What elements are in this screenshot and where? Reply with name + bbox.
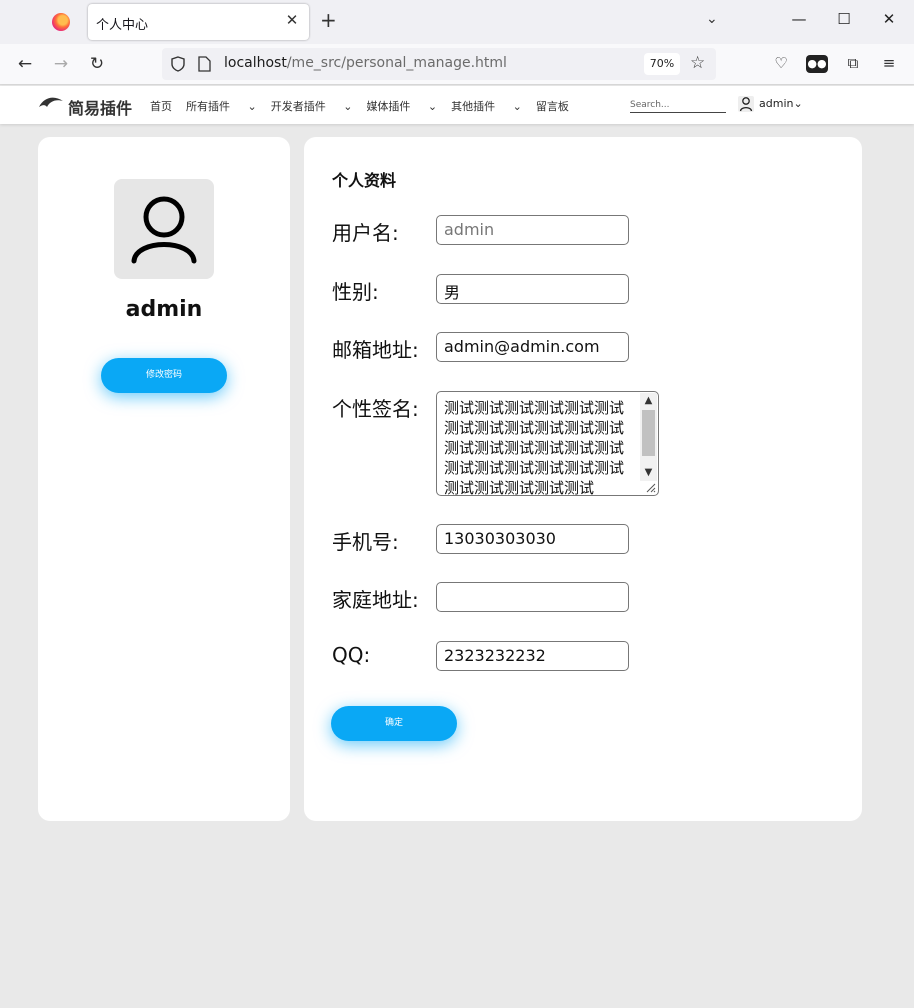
back-icon[interactable]: ← <box>14 53 36 75</box>
maximize-icon[interactable]: ☐ <box>834 10 854 28</box>
url-bar[interactable]: localhost/me_src/personal_manage.html 70… <box>162 48 716 80</box>
change-password-button[interactable]: 修改密码 <box>101 358 227 393</box>
phone-field[interactable]: 13030303030 <box>436 524 629 554</box>
signature-text: 测试测试测试测试测试测试测试测试测试测试测试测试测试测试测试测试测试测试测试测试… <box>444 399 625 496</box>
signature-label: 个性签名: <box>332 397 419 421</box>
tab-title: 个人中心 <box>96 18 149 33</box>
scroll-up-icon[interactable]: ▲ <box>640 393 657 409</box>
nav-item-media-plugins[interactable]: 媒体插件 ⌄ <box>366 98 437 114</box>
phone-label: 手机号: <box>332 530 399 554</box>
nav-item-home[interactable]: 首页 <box>150 98 172 114</box>
gender-label: 性别: <box>332 280 379 304</box>
pocket-icon[interactable]: ♡ <box>770 54 792 72</box>
gender-field[interactable]: 男 <box>436 274 629 304</box>
page-icon[interactable] <box>198 56 211 72</box>
firefox-icon[interactable] <box>52 13 70 31</box>
minimize-icon[interactable]: — <box>789 10 809 28</box>
qq-label: QQ: <box>332 643 371 667</box>
form-title: 个人资料 <box>332 171 397 190</box>
nav-item-all-plugins[interactable]: 所有插件 ⌄ <box>186 98 257 114</box>
site-nav: 首页 所有插件 ⌄ 开发者插件 ⌄ 媒体插件 ⌄ 其他插件 ⌄ 留言板 <box>150 98 583 114</box>
zoom-level[interactable]: 70% <box>644 53 680 75</box>
address-label: 家庭地址: <box>332 588 419 612</box>
profile-username: admin <box>125 297 203 322</box>
site-header: 简易插件 首页 所有插件 ⌄ 开发者插件 ⌄ 媒体插件 ⌄ 其他插件 ⌄ 留言板… <box>0 86 914 124</box>
close-icon[interactable]: ✕ <box>283 11 301 29</box>
user-icon[interactable] <box>738 96 754 112</box>
chevron-down-icon[interactable]: ⌄ <box>706 11 718 27</box>
submit-button[interactable]: 确定 <box>331 706 457 741</box>
window-close-icon[interactable]: ✕ <box>879 10 899 28</box>
browser-tab[interactable]: 个人中心 ✕ <box>88 4 309 40</box>
person-icon <box>131 196 197 264</box>
new-tab-icon[interactable]: + <box>320 10 337 30</box>
profile-form-card: 个人资料 用户名: admin 性别: 男 邮箱地址: admin@admin.… <box>304 137 862 821</box>
username-label: 用户名: <box>332 221 399 245</box>
user-menu[interactable]: admin⌄ <box>759 97 803 110</box>
profile-card: admin 修改密码 <box>38 137 290 821</box>
url-text[interactable]: localhost/me_src/personal_manage.html <box>224 55 507 71</box>
bookmark-star-icon[interactable]: ☆ <box>690 53 705 73</box>
resize-handle-icon[interactable] <box>646 483 656 493</box>
email-field[interactable]: admin@admin.com <box>436 332 629 362</box>
nav-item-other-plugins[interactable]: 其他插件 ⌄ <box>451 98 522 114</box>
avatar <box>114 179 214 279</box>
textarea-scrollbar[interactable]: ▲ ▼ <box>640 393 657 481</box>
menu-icon[interactable]: ≡ <box>878 54 900 72</box>
nav-item-dev-plugins[interactable]: 开发者插件 ⌄ <box>271 98 353 114</box>
search-input[interactable]: Search... <box>630 99 726 113</box>
address-field[interactable] <box>436 582 629 612</box>
reload-icon[interactable]: ↻ <box>86 53 108 75</box>
qq-field[interactable]: 2323232232 <box>436 641 629 671</box>
email-label: 邮箱地址: <box>332 338 419 362</box>
shield-icon[interactable] <box>170 56 186 72</box>
scroll-down-icon[interactable]: ▼ <box>640 465 657 481</box>
scrollbar-thumb[interactable] <box>642 410 655 456</box>
nav-item-message-board[interactable]: 留言板 <box>536 98 569 114</box>
extension-icon[interactable]: ●● <box>806 55 828 73</box>
logo-icon[interactable] <box>38 95 64 111</box>
signature-textarea[interactable]: 测试测试测试测试测试测试测试测试测试测试测试测试测试测试测试测试测试测试测试测试… <box>436 391 659 496</box>
browser-tabbar: 个人中心 ✕ + ⌄ — ☐ ✕ <box>0 0 914 44</box>
browser-toolbar: ← → ↻ localhost/me_src/personal_manage.h… <box>0 44 914 85</box>
logo-text[interactable]: 简易插件 <box>68 95 132 119</box>
username-field[interactable]: admin <box>436 215 629 245</box>
forward-icon[interactable]: → <box>50 53 72 75</box>
extensions-puzzle-icon[interactable]: ⧉ <box>842 54 864 72</box>
